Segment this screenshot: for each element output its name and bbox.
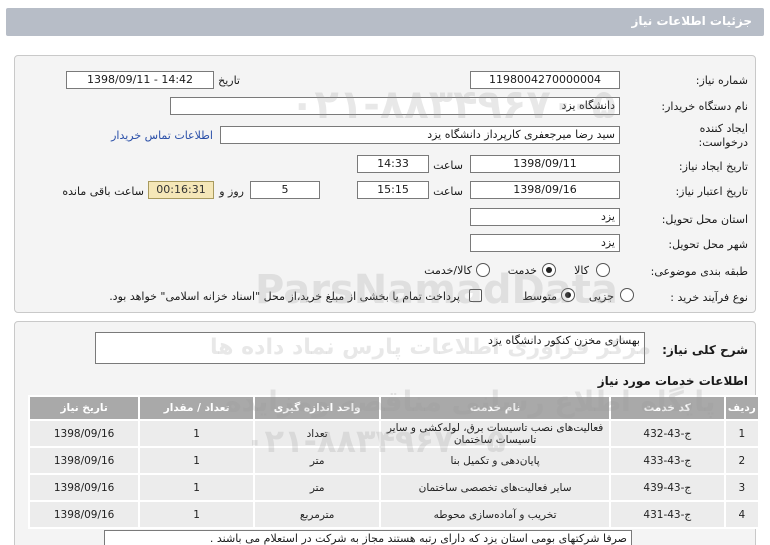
cell-need-date: 1398/09/16 xyxy=(27,473,141,502)
cell-quantity: 1 xyxy=(138,446,256,475)
validity-time-field: 15:15 xyxy=(357,181,429,199)
category-option-service: خدمت xyxy=(507,264,537,277)
process-radio-medium[interactable] xyxy=(561,288,575,302)
services-table: ردیف کد خدمت نام خدمت واحد اندازه گیری ت… xyxy=(27,395,761,529)
created-time-field: 14:33 xyxy=(357,155,429,173)
city-field: یزد xyxy=(470,234,620,252)
cell-service-name: سایر فعالیت‌های تخصصی ساختمان xyxy=(379,473,611,502)
process-option-medium: متوسط xyxy=(522,290,557,303)
remaining-time-field: 00:16:31 xyxy=(148,181,214,199)
created-date-label: تاریخ ایجاد نیاز: xyxy=(678,160,748,173)
treasury-checkbox[interactable] xyxy=(469,289,482,302)
creator-label-line2: درخواست: xyxy=(698,136,748,149)
cell-service-name: تخریب و آماده‌سازی محوطه xyxy=(379,500,611,529)
province-label: استان محل تحویل: xyxy=(661,213,748,226)
cell-row-number: 2 xyxy=(723,446,761,475)
category-option-goods-service: کالا/خدمت xyxy=(424,264,472,277)
category-radio-service[interactable] xyxy=(542,263,556,277)
description-label: شرح کلی نیاز: xyxy=(662,343,748,357)
creator-label-line1: ایجاد کننده xyxy=(699,122,748,135)
cell-row-number: 3 xyxy=(723,473,761,502)
category-label: طبقه بندی موضوعی: xyxy=(650,265,748,278)
treasury-text: پرداخت تمام یا بخشی از مبلغ خرید،از محل … xyxy=(109,290,460,303)
category-radio-goods[interactable] xyxy=(596,263,610,277)
title-bar: جزئیات اطلاعات نیاز xyxy=(0,0,770,46)
process-label: نوع فرآیند خرید : xyxy=(670,291,748,304)
buyer-contact-link[interactable]: اطلاعات تماس خریدار xyxy=(111,129,213,142)
cell-quantity: 1 xyxy=(138,500,256,529)
cell-service-code: ج-43-439 xyxy=(608,473,726,502)
cell-quantity: 1 xyxy=(138,473,256,502)
days-label: روز و xyxy=(219,185,244,198)
col-service-name: نام خدمت xyxy=(379,395,611,421)
cell-row-number: 1 xyxy=(723,419,761,448)
cell-quantity: 1 xyxy=(138,419,256,448)
created-time-label: ساعت xyxy=(433,159,463,172)
need-number-label: شماره نیاز: xyxy=(695,74,748,87)
city-label: شهر محل تحویل: xyxy=(668,238,748,251)
col-need-date: تاریخ نیاز xyxy=(27,395,141,421)
validity-days-field: 5 xyxy=(250,181,320,199)
announce-field: 1398/09/11 - 14:42 xyxy=(66,71,214,89)
table-row: 1 ج-43-432 فعالیت‌های نصب تاسیسات برق، ل… xyxy=(27,419,761,448)
validity-label: تاریخ اعتبار نیاز: xyxy=(675,185,748,198)
category-option-goods: کالا xyxy=(574,264,589,277)
cell-service-code: ج-43-432 xyxy=(608,419,726,448)
cell-unit: متر xyxy=(253,473,382,502)
services-section-title: اطلاعات خدمات مورد نیاز xyxy=(597,374,748,388)
process-radio-minor[interactable] xyxy=(620,288,634,302)
cell-service-code: ج-43-431 xyxy=(608,500,726,529)
validity-date-field: 1398/09/16 xyxy=(470,181,620,199)
table-row: 2 ج-43-433 پایان‌دهی و تکمیل بنا متر 1 1… xyxy=(27,446,761,475)
cell-need-date: 1398/09/16 xyxy=(27,419,141,448)
page-title: جزئیات اطلاعات نیاز xyxy=(631,14,752,28)
services-table-header: ردیف کد خدمت نام خدمت واحد اندازه گیری ت… xyxy=(27,395,761,421)
created-date-field: 1398/09/11 xyxy=(470,155,620,173)
validity-time-label: ساعت xyxy=(433,185,463,198)
buyer-org-label: نام دستگاه خریدار: xyxy=(661,100,748,113)
cell-row-number: 4 xyxy=(723,500,761,529)
category-radio-goods-service[interactable] xyxy=(476,263,490,277)
cell-service-code: ج-43-433 xyxy=(608,446,726,475)
cell-need-date: 1398/09/16 xyxy=(27,446,141,475)
cell-unit: تعداد xyxy=(253,419,382,448)
need-number-field: 1198004270000004 xyxy=(470,71,620,89)
cell-service-name: فعالیت‌های نصب تاسیسات برق، لوله‌کشی و س… xyxy=(379,419,611,448)
table-row: 4 ج-43-431 تخریب و آماده‌سازی محوطه مترم… xyxy=(27,500,761,529)
cell-unit: مترمربع xyxy=(253,500,382,529)
description-field: بهسازی مخزن کنکور دانشگاه یزد xyxy=(95,332,645,364)
creator-field: سید رضا میرجعفری کارپرداز دانشگاه یزد xyxy=(220,126,620,144)
cell-service-name: پایان‌دهی و تکمیل بنا xyxy=(379,446,611,475)
col-unit: واحد اندازه گیری xyxy=(253,395,382,421)
cell-need-date: 1398/09/16 xyxy=(27,500,141,529)
buyer-org-field: دانشگاه یزد xyxy=(170,97,620,115)
cell-unit: متر xyxy=(253,446,382,475)
title-bar-strip: جزئیات اطلاعات نیاز xyxy=(6,8,764,36)
col-service-code: کد خدمت xyxy=(608,395,726,421)
remaining-time-label: ساعت باقی مانده xyxy=(62,185,144,198)
col-row-number: ردیف xyxy=(723,395,761,421)
table-row: 3 ج-43-439 سایر فعالیت‌های تخصصی ساختمان… xyxy=(27,473,761,502)
col-quantity: تعداد / مقدار xyxy=(138,395,256,421)
province-field: یزد xyxy=(470,208,620,226)
supplier-note-field: صرفا شرکتهای بومی استان یزد که دارای رتب… xyxy=(104,530,632,545)
process-option-minor: جزیی xyxy=(588,290,614,303)
